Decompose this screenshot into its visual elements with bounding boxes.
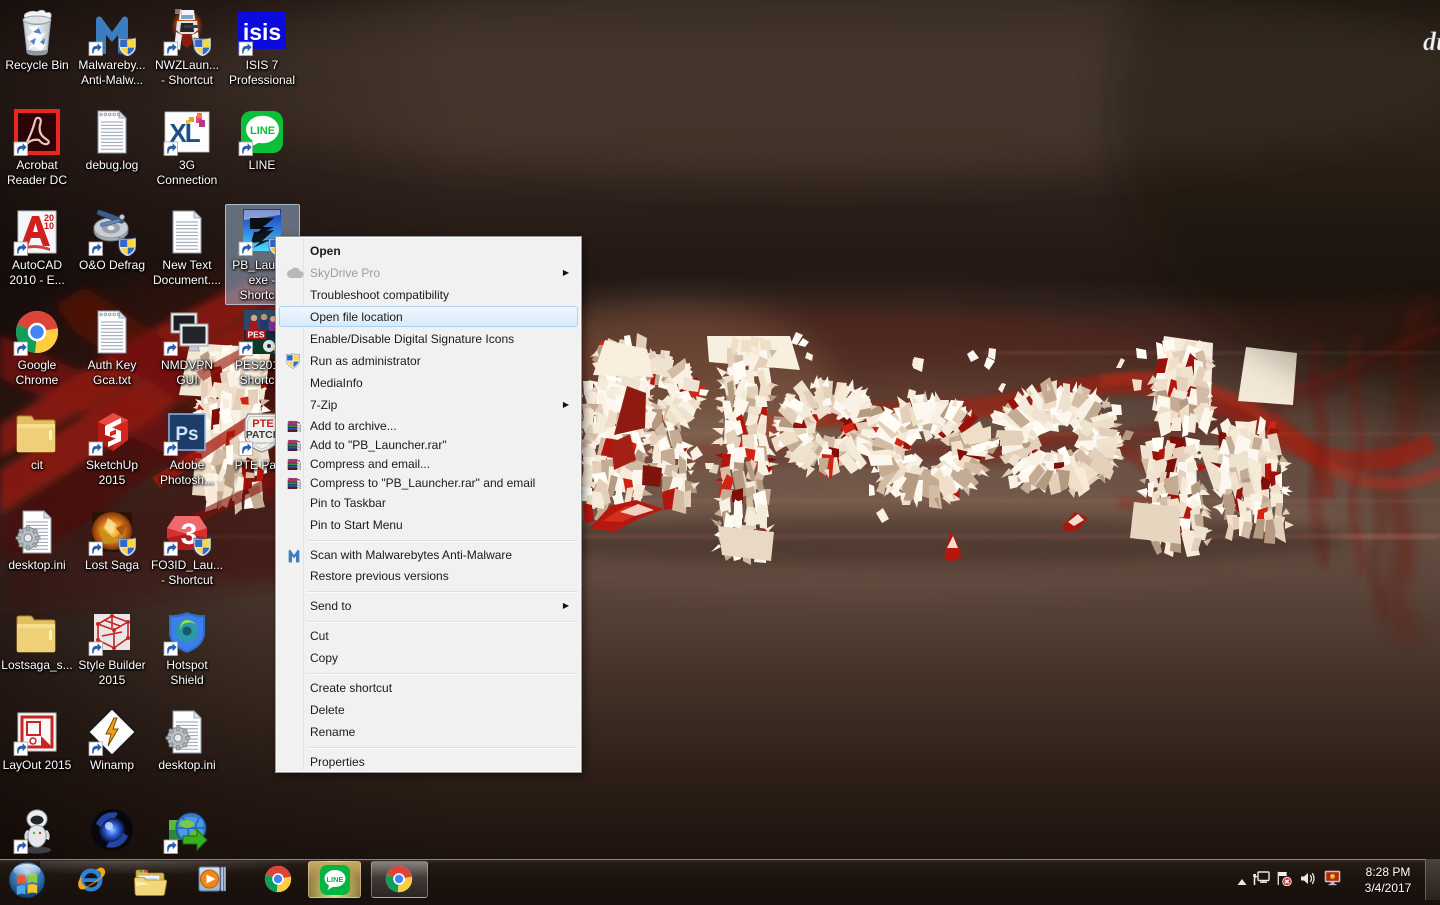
svg-text:blogspot.com: blogspot.com — [251, 440, 275, 445]
svg-text:Ps: Ps — [175, 424, 198, 445]
svg-text:LINE: LINE — [326, 875, 343, 884]
svg-text:10: 10 — [44, 221, 54, 231]
svg-text:isis: isis — [243, 19, 281, 45]
svg-text:LINE: LINE — [250, 125, 275, 137]
svg-text:PES: PES — [247, 330, 264, 340]
svg-text:du: du — [1423, 27, 1440, 56]
